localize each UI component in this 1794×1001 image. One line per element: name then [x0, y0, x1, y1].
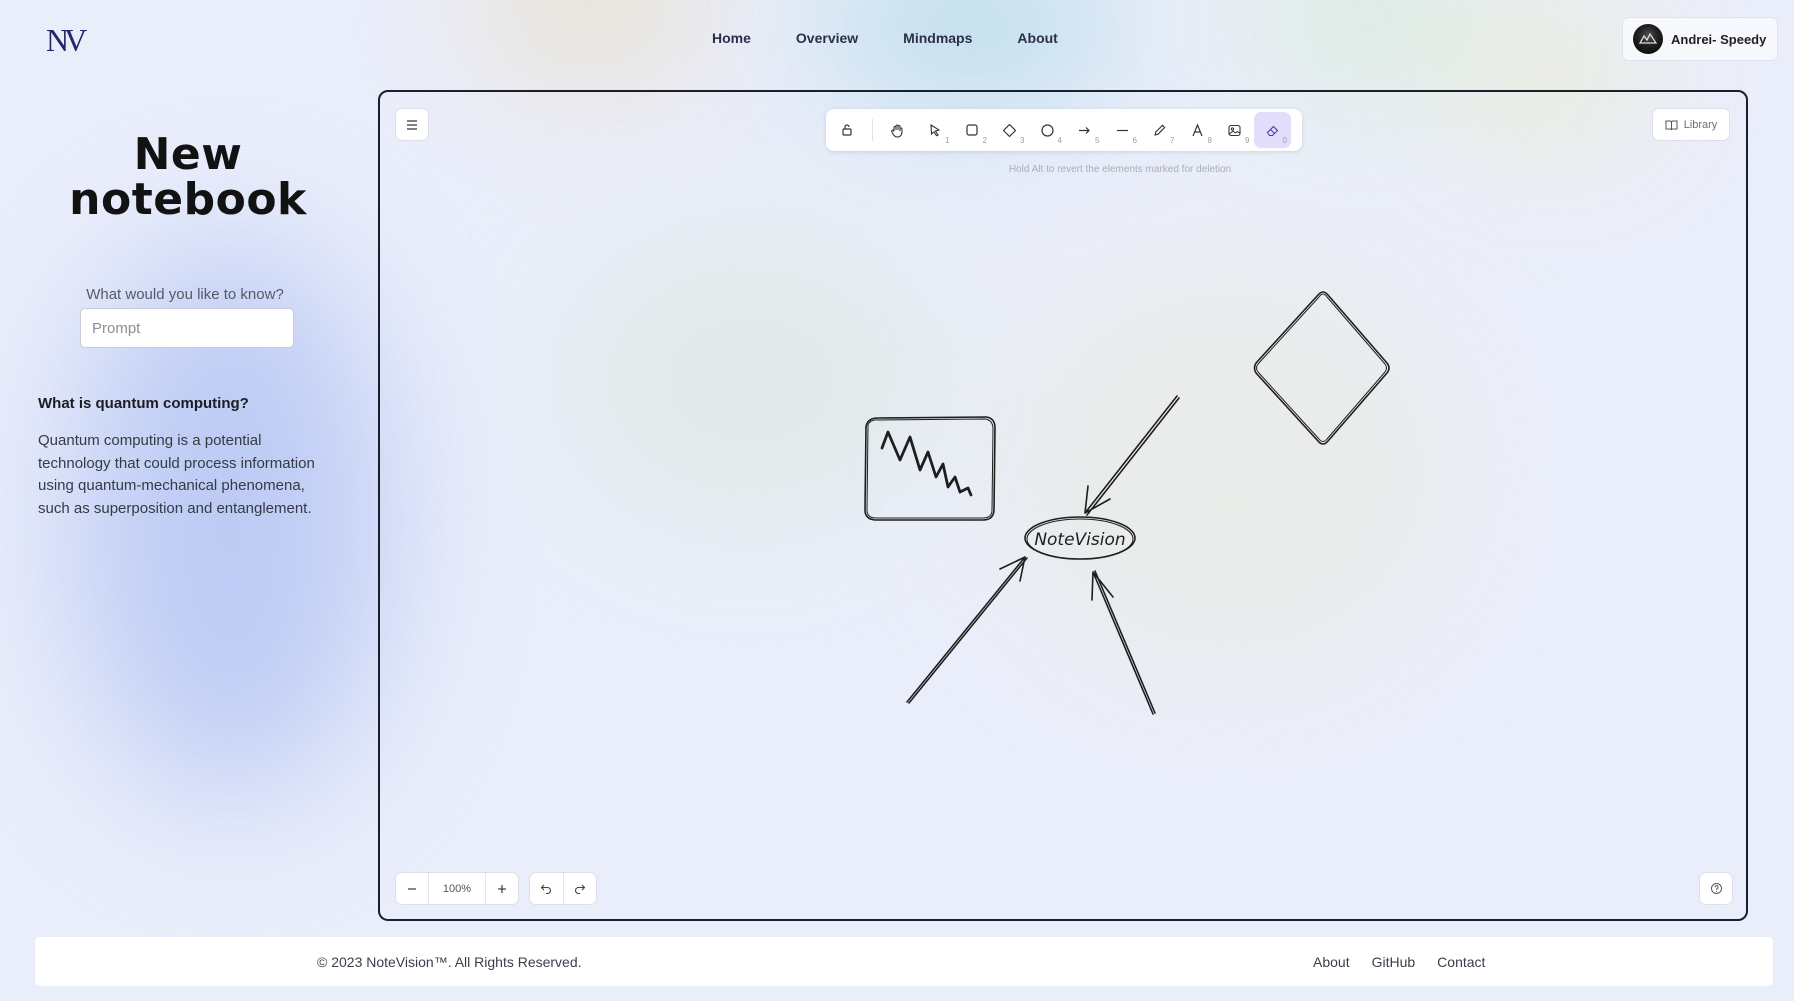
whiteboard-canvas[interactable]: NoteVision 1 2 3 4 5 6 7 8 9 0 Hold Alt … — [378, 90, 1748, 921]
hamburger-menu-icon — [407, 119, 417, 130]
tool-selection[interactable]: 1 — [916, 112, 954, 148]
zoom-level[interactable]: 100% — [428, 873, 486, 904]
drawing-label: NoteVision — [1034, 530, 1125, 550]
plus-icon — [498, 884, 506, 893]
book-icon — [1665, 120, 1678, 130]
tool-rectangle[interactable]: 2 — [954, 112, 992, 148]
logo[interactable]: NV — [46, 22, 87, 59]
history-controls — [529, 872, 597, 905]
minus-icon — [408, 887, 416, 890]
tool-text[interactable]: 8 — [1179, 112, 1217, 148]
zoom-controls: 100% — [395, 872, 519, 905]
prompt-label: What would you like to know? — [86, 286, 284, 303]
tool-lock[interactable] — [828, 112, 866, 148]
user-menu-button[interactable]: Andrei- Speedy — [1622, 17, 1778, 61]
pencil-icon — [1154, 124, 1166, 136]
tool-line[interactable]: 6 — [1104, 112, 1142, 148]
tool-diamond[interactable]: 3 — [991, 112, 1029, 148]
notebook-sidebar: New notebook What would you like to know… — [0, 80, 376, 920]
zoom-out-button[interactable] — [396, 873, 428, 904]
library-label: Library — [1683, 118, 1718, 131]
help-button[interactable] — [1699, 872, 1733, 905]
page-title: New notebook — [69, 129, 307, 225]
tool-eraser[interactable]: 0 — [1253, 112, 1291, 148]
nav-overview[interactable]: Overview — [796, 30, 858, 46]
undo-button[interactable] — [530, 873, 563, 904]
main-nav: Home Overview Mindmaps About — [712, 30, 1058, 46]
arrow-icon — [1079, 126, 1091, 134]
tool-ellipse[interactable]: 4 — [1029, 112, 1067, 148]
answer-text: Quantum computing is a potential technol… — [38, 432, 315, 518]
tool-draw[interactable]: 7 — [1141, 112, 1179, 148]
footer-links: About GitHub Contact — [1313, 954, 1485, 970]
rectangle-icon — [966, 124, 978, 136]
footer-link-about[interactable]: About — [1313, 954, 1350, 970]
text-icon — [1192, 122, 1203, 136]
tool-hand[interactable] — [879, 112, 917, 148]
library-button[interactable]: Library — [1652, 108, 1730, 141]
nav-about[interactable]: About — [1017, 30, 1057, 46]
zoom-in-button[interactable] — [486, 873, 518, 904]
diamond-icon — [1003, 123, 1017, 137]
user-name: Andrei- Speedy — [1671, 31, 1767, 47]
page-footer: © 2023 NoteVision™. All Rights Reserved.… — [35, 937, 1773, 986]
arrow-top-right — [1084, 395, 1180, 516]
tool-image[interactable]: 9 — [1216, 112, 1254, 148]
footer-link-github[interactable]: GitHub — [1372, 954, 1416, 970]
canvas-menu-button[interactable] — [395, 108, 429, 141]
nav-home[interactable]: Home — [712, 30, 751, 46]
pointer-icon — [930, 123, 941, 137]
eraser-icon — [1266, 125, 1279, 136]
sketch-diamond-outline-2 — [1256, 293, 1387, 442]
redo-button[interactable] — [562, 873, 597, 904]
scribble — [880, 430, 973, 497]
arrow-bottom-right — [1091, 570, 1156, 715]
undo-icon — [540, 884, 552, 894]
prompt-input[interactable] — [80, 308, 294, 348]
nav-mindmaps[interactable]: Mindmaps — [903, 30, 972, 46]
tool-arrow[interactable]: 5 — [1066, 112, 1104, 148]
footer-link-contact[interactable]: Contact — [1437, 954, 1485, 970]
ellipse-icon — [1041, 123, 1054, 137]
hand-icon — [890, 123, 903, 138]
toolbar-divider — [871, 119, 873, 141]
lock-icon — [842, 124, 852, 136]
top-header: NV Home Overview Mindmaps About Andrei- … — [0, 0, 1794, 80]
sketch-diamond — [1253, 291, 1390, 445]
arrow-bottom-left — [906, 556, 1028, 704]
line-icon — [1116, 129, 1128, 131]
redo-icon — [574, 884, 586, 894]
copyright-text: © 2023 NoteVision™. All Rights Reserved. — [317, 954, 582, 970]
sketch-rectangle — [864, 416, 996, 521]
canvas-drawing[interactable]: NoteVision — [380, 92, 1746, 919]
drawing-toolbar: 1 2 3 4 5 6 7 8 9 0 — [826, 109, 1302, 151]
eraser-hint: Hold Alt to revert the elements marked f… — [1008, 164, 1232, 175]
question-heading: What is quantum computing? — [38, 395, 249, 412]
help-icon — [1710, 883, 1722, 894]
avatar — [1633, 24, 1663, 54]
image-icon — [1228, 124, 1241, 136]
